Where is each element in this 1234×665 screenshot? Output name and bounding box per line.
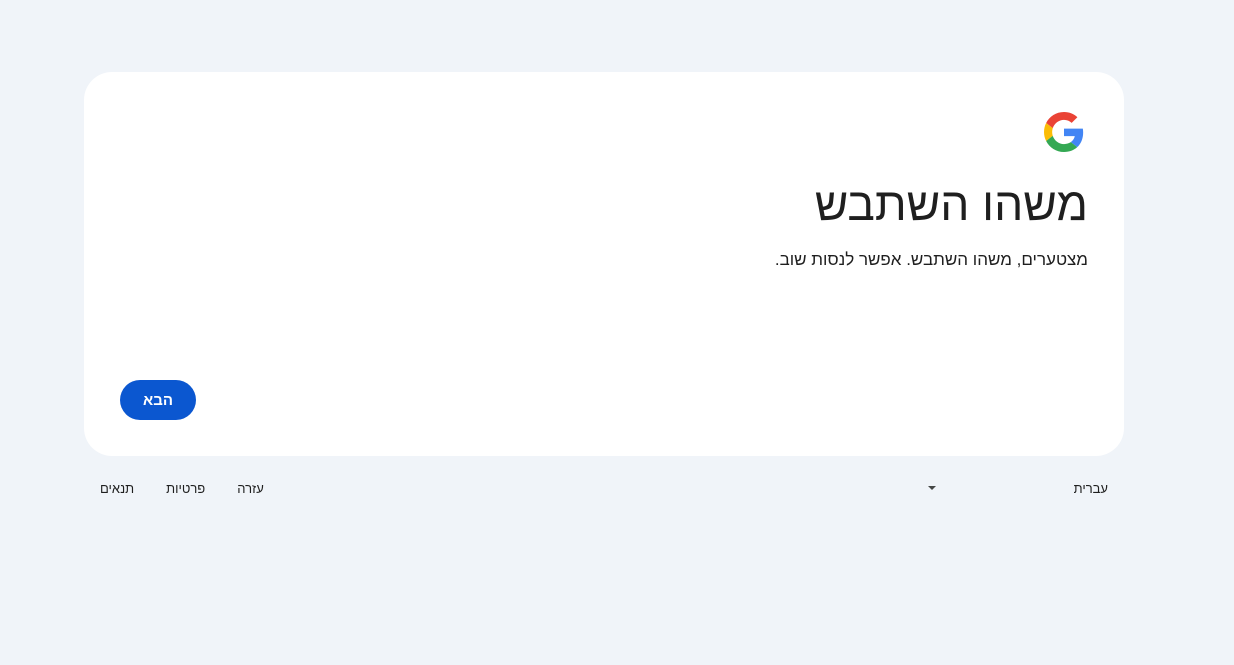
footer: עברית עזרה פרטיות תנאים (84, 470, 1124, 506)
google-logo-icon (1044, 112, 1084, 152)
help-link[interactable]: עזרה (237, 481, 264, 496)
footer-links: עזרה פרטיות תנאים (100, 470, 264, 506)
next-button[interactable]: הבא (120, 380, 196, 420)
language-label: עברית (1073, 480, 1108, 496)
error-message: מצטערים, משהו השתבש. אפשר לנסות שוב. (774, 250, 1088, 269)
error-card: משהו השתבש מצטערים, משהו השתבש. אפשר לנס… (84, 72, 1124, 456)
dropdown-caret-icon (928, 486, 936, 490)
privacy-link[interactable]: פרטיות (166, 481, 205, 496)
terms-link[interactable]: תנאים (100, 481, 134, 496)
page-title: משהו השתבש (814, 178, 1088, 230)
language-selector[interactable]: עברית (928, 470, 1108, 506)
